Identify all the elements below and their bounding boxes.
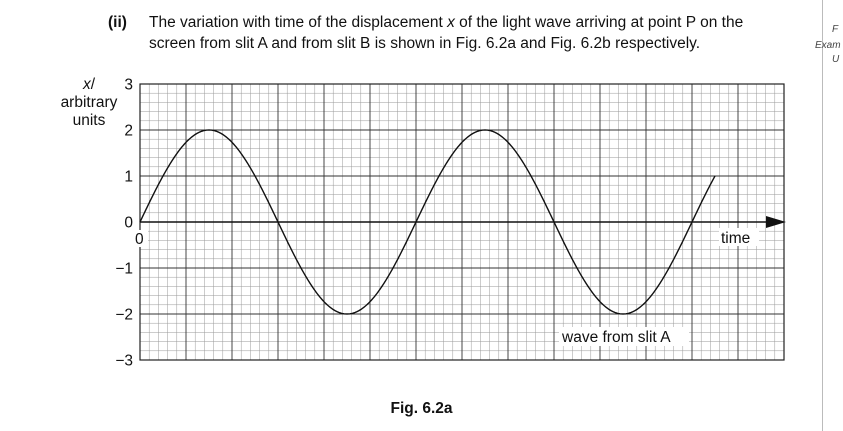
x-origin-label: 0	[135, 231, 144, 248]
y-tick-label: 2	[124, 123, 133, 140]
x-axis-label: time	[721, 230, 750, 247]
y-tick-labels: 3 2 1 0 −1 −2 −3	[115, 77, 133, 370]
y-tick-label: −2	[115, 307, 133, 324]
series-label: wave from slit A	[561, 329, 671, 346]
y-tick-label: −1	[115, 261, 133, 278]
figure-caption: Fig. 6.2a	[390, 400, 453, 417]
y-tick-label: 0	[124, 215, 133, 232]
wave-chart: 3210−1−2−3 time 0 wave from slit A	[115, 77, 786, 370]
y-tick-label: −3	[115, 353, 133, 370]
y-tick-label: 1	[124, 169, 133, 186]
y-tick-label: 3	[124, 77, 133, 94]
time-axis-arrow	[766, 216, 786, 228]
